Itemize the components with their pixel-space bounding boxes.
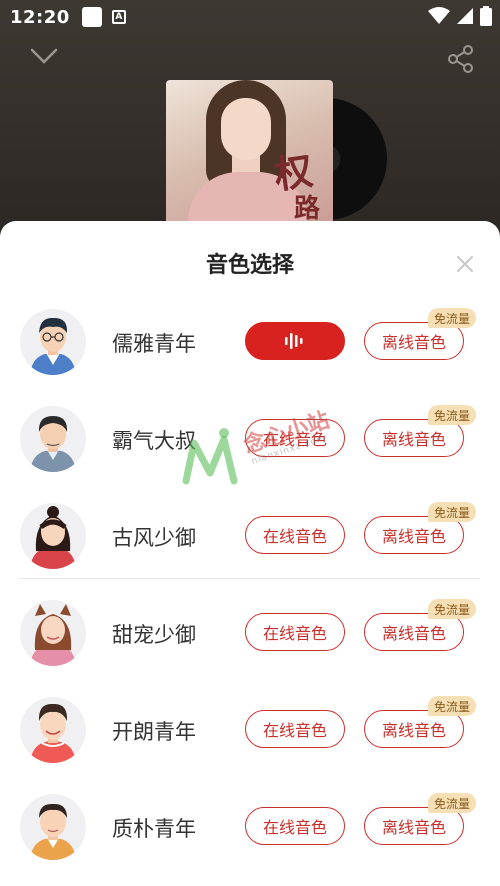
free-data-badge: 免流量 — [428, 599, 477, 619]
online-voice-button[interactable] — [245, 322, 345, 360]
playing-wave-icon — [285, 333, 303, 349]
free-data-badge: 免流量 — [428, 308, 477, 328]
voice-select-sheet: 音色选择 儒雅青年 离线音色 免流量 霸气大叔 在线音色 离线音色 免流量 古风… — [0, 221, 500, 886]
voice-name: 甜宠少御 — [112, 623, 196, 647]
free-data-badge: 免流量 — [428, 405, 477, 425]
keyboard-a-icon: A — [111, 10, 126, 24]
voice-name: 儒雅青年 — [112, 332, 196, 356]
voice-name: 开朗青年 — [112, 720, 196, 744]
notification-icon — [81, 7, 102, 27]
avatar — [20, 406, 86, 472]
online-voice-button[interactable]: 在线音色 — [245, 710, 345, 748]
close-icon[interactable] — [454, 253, 476, 275]
free-data-badge: 免流量 — [428, 696, 477, 716]
voice-name: 质朴青年 — [112, 817, 196, 841]
online-voice-button[interactable]: 在线音色 — [245, 613, 345, 651]
avatar — [20, 503, 86, 569]
online-voice-button[interactable]: 在线音色 — [245, 419, 345, 457]
avatar — [20, 309, 86, 375]
battery-icon — [480, 6, 492, 26]
album-cover: 权 路 — [166, 80, 333, 230]
voice-name: 霸气大叔 — [112, 429, 196, 453]
signal-icon — [457, 8, 473, 24]
voice-row: 开朗青年 在线音色 离线音色 免流量 — [0, 694, 500, 764]
online-voice-button[interactable]: 在线音色 — [245, 516, 345, 554]
avatar — [20, 697, 86, 763]
divider — [20, 578, 480, 579]
free-data-badge: 免流量 — [428, 793, 477, 813]
voice-row: 古风少御 在线音色 离线音色 免流量 — [0, 500, 500, 570]
sheet-title: 音色选择 — [205, 253, 294, 278]
collapse-chevron-down-icon[interactable] — [30, 44, 58, 68]
share-icon[interactable] — [446, 44, 476, 74]
status-icons — [428, 6, 492, 26]
voice-row: 儒雅青年 离线音色 免流量 — [0, 306, 500, 376]
online-voice-button[interactable]: 在线音色 — [245, 807, 345, 845]
voice-row: 质朴青年 在线音色 离线音色 免流量 — [0, 791, 500, 861]
free-data-badge: 免流量 — [428, 502, 477, 522]
cover-char-2: 路 — [294, 194, 321, 224]
avatar — [20, 600, 86, 666]
wifi-icon — [428, 7, 450, 24]
voice-row: 霸气大叔 在线音色 离线音色 免流量 — [0, 403, 500, 473]
voice-name: 古风少御 — [112, 526, 196, 550]
status-bar: 12:20 A — [0, 0, 500, 34]
status-time: 12:20 — [10, 6, 70, 28]
voice-row: 甜宠少御 在线音色 离线音色 免流量 — [0, 597, 500, 667]
avatar — [20, 794, 86, 860]
